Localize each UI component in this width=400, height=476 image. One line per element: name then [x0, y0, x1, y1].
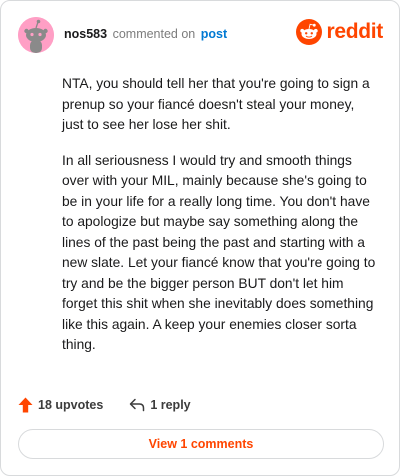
view-comments-button[interactable]: View 1 comments — [18, 429, 384, 459]
upvote-arrow-icon — [18, 397, 33, 413]
upvote-button[interactable]: 18 upvotes — [18, 397, 103, 413]
reddit-brand[interactable]: reddit — [296, 19, 383, 45]
comment-card: nos583 commented on post reddit NTA, you… — [0, 0, 400, 476]
reply-button[interactable]: 1 reply — [129, 398, 191, 412]
comment-header: nos583 commented on post reddit — [18, 17, 383, 53]
post-link[interactable]: post — [201, 27, 227, 41]
username[interactable]: nos583 — [64, 27, 107, 41]
reddit-wordmark: reddit — [326, 20, 383, 43]
comment-paragraph: NTA, you should tell her that you're goi… — [62, 76, 370, 132]
avatar-snoo-icon — [18, 17, 54, 53]
comment-paragraph: In all seriousness I would try and smoot… — [62, 152, 376, 353]
reddit-snoo-icon — [296, 19, 323, 45]
comment-body: NTA, you should tell her that you're goi… — [62, 74, 377, 356]
upvote-count: 18 upvotes — [38, 398, 104, 412]
user-avatar[interactable] — [18, 17, 54, 53]
comment-action-text: commented on — [112, 27, 196, 41]
comment-actions: 18 upvotes 1 reply — [18, 394, 191, 416]
reply-count: 1 reply — [150, 398, 191, 412]
reply-arrow-icon — [130, 398, 145, 412]
comment-meta: nos583 commented on post — [64, 27, 227, 41]
